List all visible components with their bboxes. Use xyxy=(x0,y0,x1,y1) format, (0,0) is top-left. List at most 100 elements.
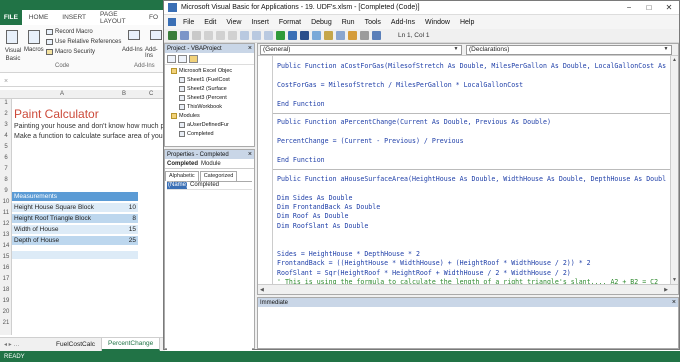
code-line[interactable]: End Function xyxy=(277,100,325,108)
scroll-right-icon[interactable]: ▶ xyxy=(664,287,668,293)
code-line[interactable]: Dim Roof As Double xyxy=(277,212,348,220)
design-mode-icon[interactable] xyxy=(312,31,321,40)
visual-basic-button[interactable]: Visual Basic xyxy=(2,47,24,63)
vertical-scrollbar[interactable]: ▲ ▼ xyxy=(670,56,678,284)
row-number[interactable]: 20 xyxy=(0,309,12,315)
use-relative-references-button[interactable]: Use Relative References xyxy=(55,39,121,45)
row-number[interactable]: 6 xyxy=(0,155,12,161)
cancel-formula-icon[interactable]: × xyxy=(4,78,8,85)
code-editor[interactable]: Public Function aCostForGas(MilesofStret… xyxy=(272,56,670,284)
minimize-button[interactable]: − xyxy=(619,3,639,12)
menu-view[interactable]: View xyxy=(221,19,246,26)
code-line[interactable]: RoofSlant = Sqr(HeightRoof * HeightRoof … xyxy=(277,269,571,277)
tree-item[interactable]: Microsoft Excel Objec xyxy=(171,68,232,74)
maximize-button[interactable]: □ xyxy=(639,3,659,12)
addins-icon[interactable] xyxy=(128,30,140,40)
row-number[interactable]: 1 xyxy=(0,100,12,106)
code-line[interactable]: Sides = HeightHouse * DepthHouse * 2 xyxy=(277,250,420,258)
row-number[interactable]: 18 xyxy=(0,287,12,293)
run-icon[interactable] xyxy=(276,31,285,40)
view-excel-icon[interactable] xyxy=(168,31,177,40)
tree-item[interactable]: aUserDefinedFur xyxy=(179,122,229,128)
properties-window-icon[interactable] xyxy=(336,31,345,40)
row-number[interactable]: 4 xyxy=(0,133,12,139)
menu-run[interactable]: Run xyxy=(337,19,360,26)
table-row[interactable]: Height Roof Triangle Block 8 xyxy=(12,214,138,223)
menu-edit[interactable]: Edit xyxy=(199,19,221,26)
project-explorer-icon[interactable] xyxy=(324,31,333,40)
table-row[interactable]: Depth of House 25 xyxy=(12,236,138,245)
property-row-name[interactable]: (Name) Completed xyxy=(167,182,252,190)
undo-icon[interactable] xyxy=(252,31,261,40)
addins-button[interactable]: Add-Ins xyxy=(122,47,143,53)
tree-item[interactable]: Completed xyxy=(179,131,214,137)
tree-item[interactable]: Modules xyxy=(171,113,200,119)
close-icon[interactable]: × xyxy=(672,299,676,306)
close-icon[interactable]: × xyxy=(248,45,252,52)
reset-icon[interactable] xyxy=(300,31,309,40)
sheet-nav-arrows[interactable]: ◂ ▸ … xyxy=(0,341,50,348)
tree-item[interactable]: ThisWorkbook xyxy=(179,104,222,110)
scroll-down-icon[interactable]: ▼ xyxy=(672,277,677,283)
sheet-tab-fuelcostcalc[interactable]: FuelCostCalc xyxy=(50,338,103,351)
save-icon[interactable] xyxy=(192,31,201,40)
table-row[interactable]: Width of House 15 xyxy=(12,225,138,234)
com-addins-icon[interactable] xyxy=(150,30,162,40)
column-header-c[interactable]: C xyxy=(149,91,153,97)
procedure-dropdown[interactable]: (Declarations) ▼ xyxy=(466,44,672,55)
row-number[interactable]: 10 xyxy=(0,199,12,205)
scroll-left-icon[interactable]: ◀ xyxy=(260,287,264,293)
tab-home[interactable]: HOME xyxy=(22,14,56,21)
property-name-value[interactable]: Completed xyxy=(187,182,219,189)
find-icon[interactable] xyxy=(240,31,249,40)
menu-help[interactable]: Help xyxy=(455,19,479,26)
row-number[interactable]: 9 xyxy=(0,188,12,194)
view-object-icon[interactable] xyxy=(178,54,187,63)
row-number[interactable]: 17 xyxy=(0,276,12,282)
object-browser-icon[interactable] xyxy=(348,31,357,40)
row-number[interactable]: 7 xyxy=(0,166,12,172)
code-line[interactable]: Public Function aCostForGas(MilesofStret… xyxy=(277,62,666,70)
insert-module-icon[interactable] xyxy=(180,31,189,40)
code-line[interactable]: Dim Sides As Double xyxy=(277,194,352,202)
row-number[interactable]: 12 xyxy=(0,221,12,227)
menu-format[interactable]: Format xyxy=(274,19,306,26)
row-number[interactable]: 5 xyxy=(0,144,12,150)
toolbox-icon[interactable] xyxy=(360,31,369,40)
record-macro-button[interactable]: Record Macro xyxy=(55,29,93,35)
tab-formulas[interactable]: FO xyxy=(142,14,165,21)
redo-icon[interactable] xyxy=(264,31,273,40)
table-row[interactable]: Height House Square Block 10 xyxy=(12,203,138,212)
menu-addins[interactable]: Add-Ins xyxy=(386,19,420,26)
macro-security-button[interactable]: Macro Security xyxy=(55,49,95,55)
tab-alphabetic[interactable]: Alphabetic xyxy=(165,171,199,181)
macros-icon[interactable] xyxy=(28,30,40,44)
tree-item[interactable]: Sheet2 (Surface xyxy=(179,86,227,92)
menu-tools[interactable]: Tools xyxy=(360,19,386,26)
help-icon[interactable] xyxy=(372,31,381,40)
visual-basic-icon[interactable] xyxy=(6,30,18,44)
immediate-window[interactable]: Immediate × xyxy=(257,297,679,349)
row-number[interactable]: 11 xyxy=(0,210,12,216)
code-line[interactable]: CostForGas = MilesofStretch / MilesPerGa… xyxy=(277,81,523,89)
macros-button[interactable]: Macros xyxy=(24,47,44,53)
menu-file[interactable]: File xyxy=(178,19,199,26)
row-number[interactable]: 16 xyxy=(0,265,12,271)
row-number[interactable]: 15 xyxy=(0,254,12,260)
code-line[interactable]: PercentChange = (Current - Previous) / P… xyxy=(277,137,464,145)
formula-bar[interactable]: × xyxy=(0,76,165,87)
tab-file[interactable]: FILE xyxy=(0,10,22,25)
code-line[interactable]: Dim FrontandBack As Double xyxy=(277,203,380,211)
column-header-a[interactable]: A xyxy=(60,91,64,97)
tab-page-layout[interactable]: PAGE LAYOUT xyxy=(93,11,142,25)
scroll-up-icon[interactable]: ▲ xyxy=(672,57,677,63)
code-line[interactable]: FrontandBack = ((HeightHouse * WidthHous… xyxy=(277,259,591,267)
column-header-b[interactable]: B xyxy=(122,91,126,97)
row-number[interactable]: 2 xyxy=(0,111,12,117)
row-number[interactable]: 8 xyxy=(0,177,12,183)
code-line[interactable]: Dim RoofSlant As Double xyxy=(277,222,368,230)
excel-icon[interactable] xyxy=(168,18,176,26)
code-line[interactable]: Public Function aHouseSurfaceArea(Height… xyxy=(277,175,666,183)
menu-insert[interactable]: Insert xyxy=(246,19,274,26)
row-number[interactable]: 21 xyxy=(0,320,12,326)
